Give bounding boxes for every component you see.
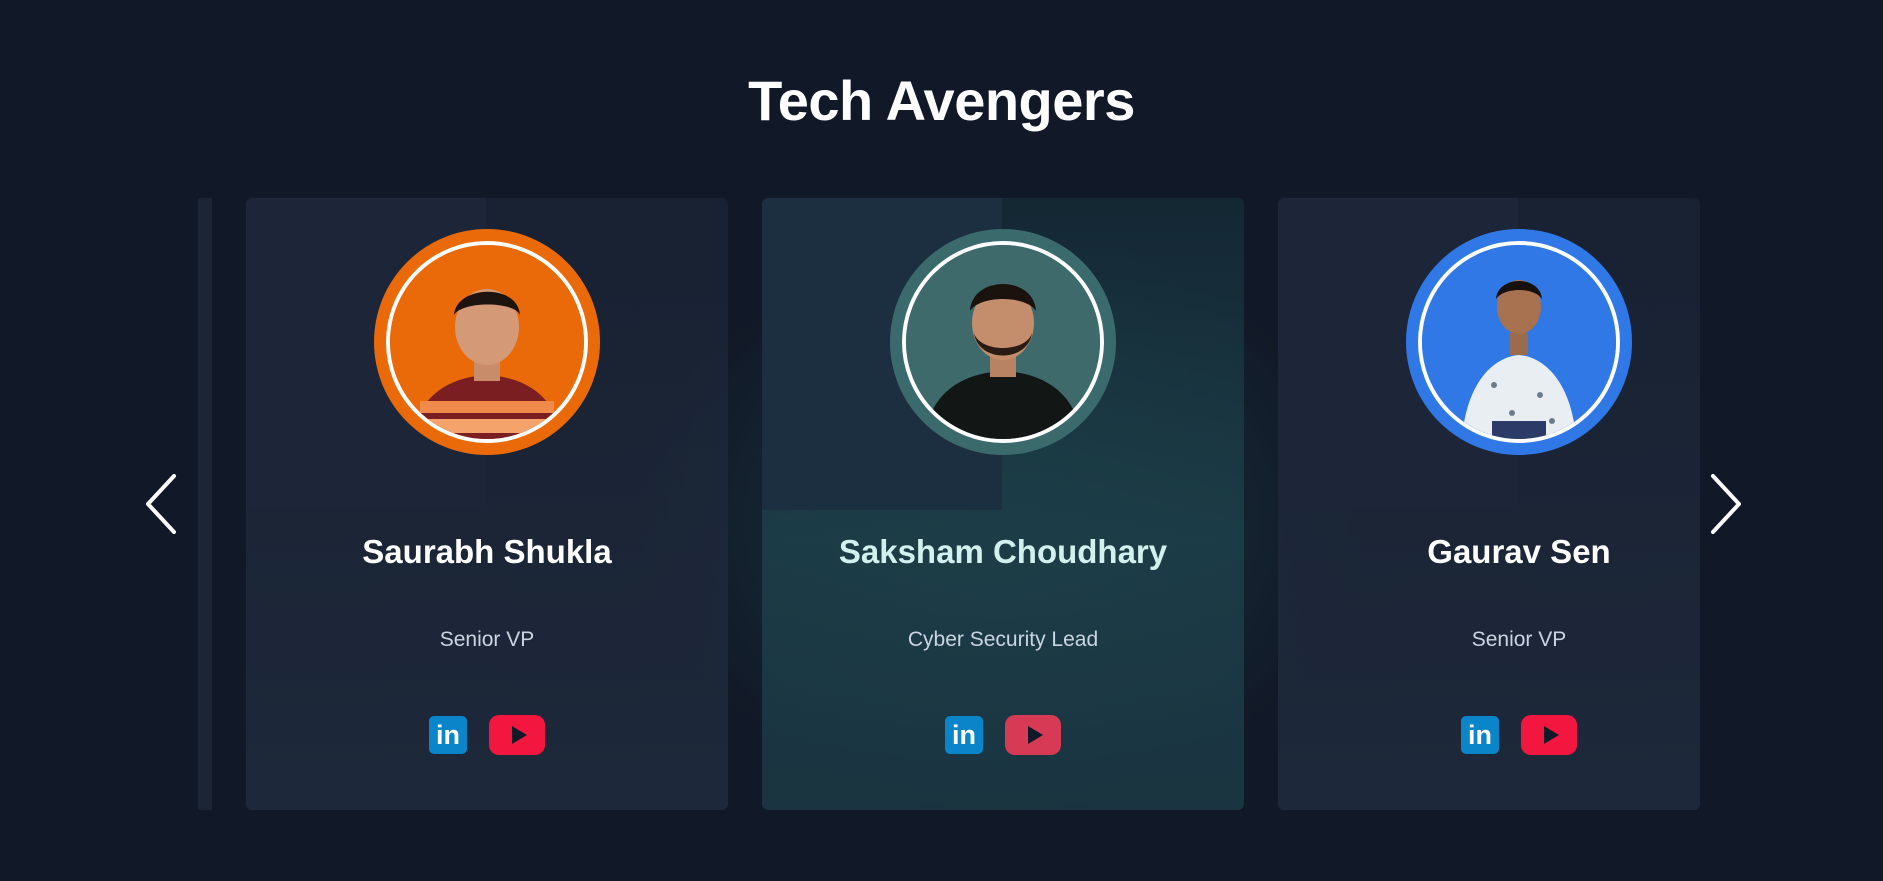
avatar-ring bbox=[890, 229, 1116, 455]
youtube-icon[interactable] bbox=[1521, 715, 1577, 755]
carousel-track: Saurabh Shukla Senior VP in Saksham Chou… bbox=[198, 198, 1700, 810]
chevron-right-icon bbox=[1711, 474, 1741, 534]
avatar-ring bbox=[1406, 229, 1632, 455]
avatar-ring bbox=[374, 229, 600, 455]
team-card: Gaurav Sen Senior VP in bbox=[1278, 198, 1700, 810]
member-role: Senior VP bbox=[439, 628, 535, 651]
person-photo-icon bbox=[390, 245, 584, 439]
section-title: Tech Avengers bbox=[748, 69, 1135, 132]
carousel-next-button[interactable] bbox=[1705, 470, 1745, 538]
youtube-icon[interactable] bbox=[489, 715, 545, 755]
chevron-left-icon bbox=[146, 474, 176, 534]
carousel-prev-button[interactable] bbox=[142, 470, 182, 538]
linkedin-icon[interactable]: in bbox=[945, 716, 983, 754]
social-links: in bbox=[1278, 715, 1700, 755]
youtube-icon[interactable] bbox=[1005, 715, 1061, 755]
avatar bbox=[386, 241, 588, 443]
avatar bbox=[902, 241, 1104, 443]
linkedin-icon[interactable]: in bbox=[429, 716, 467, 754]
team-card-active: Saksham Choudhary Cyber Security Lead in bbox=[762, 198, 1244, 810]
member-name: Gaurav Sen bbox=[1427, 533, 1611, 570]
member-name: Saurabh Shukla bbox=[362, 533, 612, 570]
member-name: Saksham Choudhary bbox=[838, 533, 1168, 570]
member-role: Cyber Security Lead bbox=[907, 628, 1099, 651]
avatar bbox=[1418, 241, 1620, 443]
play-icon bbox=[511, 726, 527, 744]
previous-card-edge[interactable] bbox=[198, 198, 212, 810]
play-icon bbox=[1543, 726, 1559, 744]
team-card: Saurabh Shukla Senior VP in bbox=[246, 198, 728, 810]
social-links: in bbox=[762, 715, 1244, 755]
member-role: Senior VP bbox=[1471, 628, 1567, 651]
person-photo-icon bbox=[1422, 245, 1616, 439]
linkedin-icon[interactable]: in bbox=[1461, 716, 1499, 754]
play-icon bbox=[1027, 726, 1043, 744]
social-links: in bbox=[246, 715, 728, 755]
team-section: Tech Avengers Saurabh Shukla Senior VP i… bbox=[0, 0, 1883, 881]
person-photo-icon bbox=[906, 245, 1100, 439]
